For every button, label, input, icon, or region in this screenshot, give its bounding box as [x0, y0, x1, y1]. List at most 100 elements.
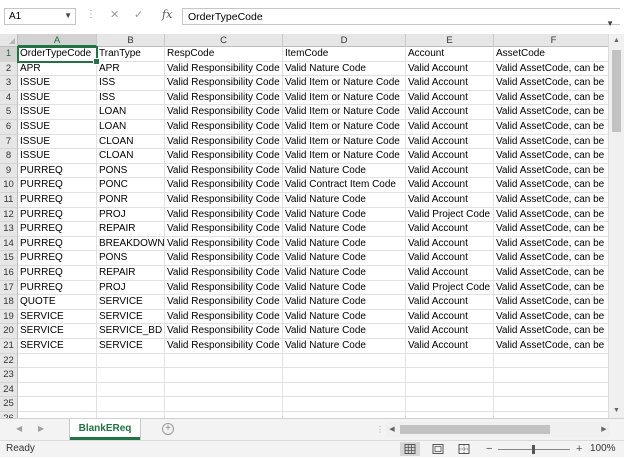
cell-c3[interactable]: Valid Responsibility Code: [165, 76, 283, 91]
cell-f20[interactable]: Valid AssetCode, can be: [494, 324, 608, 339]
cell-e8[interactable]: Valid Account: [406, 149, 494, 164]
cell-a14[interactable]: PURREQ: [18, 236, 97, 252]
row-header[interactable]: 15: [0, 251, 18, 266]
cell-f3[interactable]: Valid AssetCode, can be: [494, 76, 608, 91]
tab-split-grip-icon[interactable]: ⋮: [376, 425, 384, 434]
cell-c8[interactable]: Valid Responsibility Code: [165, 149, 283, 164]
cell-c13[interactable]: Valid Responsibility Code: [165, 222, 283, 237]
prev-sheet-icon[interactable]: ◀: [16, 424, 22, 433]
cell-e18[interactable]: Valid Account: [406, 295, 494, 310]
cell-c6[interactable]: Valid Responsibility Code: [165, 120, 283, 135]
cell-e21[interactable]: Valid Account: [406, 339, 494, 354]
cell-e1[interactable]: Account: [406, 47, 494, 62]
cell-b19[interactable]: SERVICE: [97, 309, 165, 325]
cell-b15[interactable]: PONS: [97, 251, 165, 266]
cell-d14[interactable]: Valid Nature Code: [283, 236, 406, 252]
row-header[interactable]: 7: [0, 134, 18, 150]
cell-a13[interactable]: PURREQ: [18, 222, 97, 237]
normal-view-button[interactable]: [400, 442, 420, 456]
cell-a15[interactable]: PURREQ: [18, 251, 97, 266]
cell-e4[interactable]: Valid Account: [406, 90, 494, 106]
horizontal-scroll-thumb[interactable]: [400, 425, 550, 434]
cell-a17[interactable]: PURREQ: [18, 280, 97, 296]
cell-f7[interactable]: Valid AssetCode, can be: [494, 135, 608, 150]
cell-a5[interactable]: ISSUE: [18, 105, 97, 120]
vertical-scrollbar[interactable]: ▲ ▼: [608, 34, 624, 418]
cell-e2[interactable]: Valid Account: [406, 61, 494, 77]
cell-e5[interactable]: Valid Account: [406, 105, 494, 120]
cell-b10[interactable]: PONC: [97, 178, 165, 193]
cell-d13[interactable]: Valid Nature Code: [283, 222, 406, 237]
cell-b1[interactable]: TranType: [97, 47, 165, 62]
cell-f21[interactable]: Valid AssetCode, can be: [494, 339, 608, 354]
cell-c2[interactable]: Valid Responsibility Code: [165, 61, 283, 77]
cell-c22[interactable]: [165, 353, 283, 369]
cell-c17[interactable]: Valid Responsibility Code: [165, 280, 283, 296]
cell-b14[interactable]: BREAKDOWN: [97, 236, 165, 252]
cell-d15[interactable]: Valid Nature Code: [283, 251, 406, 266]
column-header-a[interactable]: A: [18, 34, 97, 47]
row-header[interactable]: 2: [0, 61, 18, 77]
cell-d25[interactable]: [283, 397, 406, 412]
horizontal-scrollbar[interactable]: ◀ ▶: [386, 422, 610, 437]
cell-b7[interactable]: CLOAN: [97, 134, 165, 150]
cell-f11[interactable]: Valid AssetCode, can be: [494, 193, 608, 208]
cell-b9[interactable]: PONS: [97, 163, 165, 179]
cell-f4[interactable]: Valid AssetCode, can be: [494, 91, 608, 106]
cell-a22[interactable]: [18, 353, 97, 369]
cell-b5[interactable]: LOAN: [97, 105, 165, 120]
cell-d3[interactable]: Valid Item or Nature Code: [283, 76, 406, 91]
row-header[interactable]: 23: [0, 368, 18, 383]
cell-a1[interactable]: OrderTypeCode: [18, 47, 97, 62]
cell-d22[interactable]: [283, 353, 406, 369]
cell-a11[interactable]: PURREQ: [18, 193, 97, 208]
sheet-tab-blankereq[interactable]: BlankEReq: [70, 419, 140, 440]
cell-e15[interactable]: Valid Account: [406, 251, 494, 266]
cell-b13[interactable]: REPAIR: [97, 222, 165, 237]
vertical-scroll-thumb[interactable]: [612, 50, 621, 132]
row-header[interactable]: 12: [0, 207, 18, 223]
row-header[interactable]: 16: [0, 266, 18, 281]
row-header[interactable]: 25: [0, 397, 18, 412]
cell-f2[interactable]: Valid AssetCode, can be: [494, 62, 608, 77]
cell-a18[interactable]: QUOTE: [18, 295, 97, 310]
cell-e14[interactable]: Valid Account: [406, 236, 494, 252]
row-header[interactable]: 10: [0, 178, 18, 193]
row-header[interactable]: 6: [0, 120, 18, 135]
cell-c23[interactable]: [165, 368, 283, 383]
cell-e7[interactable]: Valid Account: [406, 134, 494, 150]
row-header[interactable]: 14: [0, 236, 18, 252]
cell-a20[interactable]: SERVICE: [18, 324, 97, 339]
cell-f10[interactable]: Valid AssetCode, can be: [494, 178, 608, 193]
cell-e16[interactable]: Valid Account: [406, 266, 494, 281]
cell-b2[interactable]: APR: [97, 61, 165, 77]
cell-c5[interactable]: Valid Responsibility Code: [165, 105, 283, 120]
row-header[interactable]: 1: [0, 47, 18, 62]
zoom-in-button[interactable]: +: [576, 442, 582, 456]
cell-b21[interactable]: SERVICE: [97, 339, 165, 354]
cell-a3[interactable]: ISSUE: [18, 76, 97, 91]
close-icon[interactable]: ✕: [110, 8, 119, 21]
cell-d9[interactable]: Valid Nature Code: [283, 163, 406, 179]
cell-d18[interactable]: Valid Nature Code: [283, 295, 406, 310]
cell-e24[interactable]: [406, 382, 494, 398]
cell-a9[interactable]: PURREQ: [18, 163, 97, 179]
cell-f1[interactable]: AssetCode: [494, 47, 608, 62]
cell-d8[interactable]: Valid Item or Nature Code: [283, 149, 406, 164]
cell-a16[interactable]: PURREQ: [18, 266, 97, 281]
cell-f12[interactable]: Valid AssetCode, can be: [494, 208, 608, 223]
cell-f24[interactable]: [494, 383, 608, 398]
cell-e17[interactable]: Valid Project Code: [406, 280, 494, 296]
column-header-b[interactable]: B: [97, 34, 165, 47]
zoom-level[interactable]: 100%: [590, 443, 616, 454]
cell-c19[interactable]: Valid Responsibility Code: [165, 309, 283, 325]
cell-d4[interactable]: Valid Item or Nature Code: [283, 90, 406, 106]
cell-b11[interactable]: PONR: [97, 193, 165, 208]
cell-f14[interactable]: Valid AssetCode, can be: [494, 237, 608, 252]
cell-b24[interactable]: [97, 382, 165, 398]
cell-a6[interactable]: ISSUE: [18, 120, 97, 135]
row-header[interactable]: 13: [0, 222, 18, 237]
scroll-up-icon[interactable]: ▲: [609, 34, 624, 48]
row-header[interactable]: 18: [0, 295, 18, 310]
row-header[interactable]: 3: [0, 76, 18, 91]
